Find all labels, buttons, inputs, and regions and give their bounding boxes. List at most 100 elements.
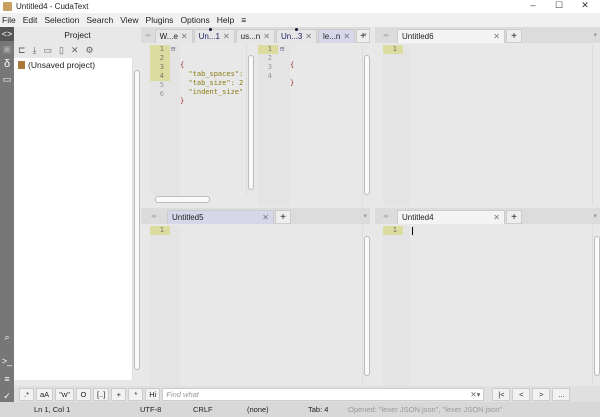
validate-icon[interactable]: ✓ [0, 389, 14, 403]
tree-item-project[interactable]: (Unsaved project) [14, 58, 132, 72]
editor-scrollbar[interactable] [362, 226, 370, 386]
menu-hamburger[interactable]: ≡ [241, 15, 246, 25]
output-icon[interactable]: ≡ [0, 372, 14, 386]
close-button[interactable]: ✕ [572, 0, 598, 11]
wrap-toggle[interactable]: O [75, 387, 91, 401]
tab-menu-icon[interactable]: ▾ [593, 212, 597, 220]
editor-scrollbar[interactable] [246, 45, 254, 195]
close-tab-icon[interactable]: ✕ [305, 32, 312, 41]
fold-icon: ⊟ [171, 45, 176, 53]
editor-text[interactable]: {} [290, 45, 360, 205]
project-header: Project [64, 30, 91, 40]
search-icon[interactable]: ⌕ [0, 330, 14, 344]
status-position[interactable]: Ln 1, Col 1 [34, 405, 70, 414]
editor-text[interactable] [410, 226, 592, 386]
console-icon[interactable]: >_ [0, 354, 14, 368]
tab[interactable]: Un...1 ✕ [193, 28, 235, 43]
tab-scroll-arrows[interactable]: ◂▸ [141, 31, 155, 39]
gutter: 1234 ⊟ [258, 45, 290, 205]
close-tab-icon[interactable]: ✕ [223, 32, 230, 41]
case-toggle[interactable]: aA [36, 387, 54, 401]
tab[interactable]: Un...3 ✕ [275, 28, 317, 43]
menu-options[interactable]: Options [180, 15, 209, 25]
multiline-toggle[interactable]: + [111, 387, 127, 401]
close-tab-icon[interactable]: ✕ [181, 32, 188, 41]
editor-scrollbar[interactable] [592, 226, 600, 386]
maximize-button[interactable]: ☐ [546, 0, 572, 11]
add-tab-button[interactable]: + [275, 210, 291, 224]
status-line-ending[interactable]: CRLF [193, 405, 213, 414]
find-input[interactable]: Find what ✕▾ [162, 387, 485, 401]
minimize-button[interactable]: – [520, 0, 546, 10]
find-bar: .* aA "w" O [..] + * Hi Find what ✕▾ |< <… [14, 386, 600, 402]
close-tab-icon[interactable]: ✕ [343, 32, 350, 41]
close-tab-icon[interactable]: ✕ [493, 213, 500, 222]
status-lexer[interactable]: (none) [247, 405, 269, 414]
tab-scroll-arrows[interactable]: ◂▸ [141, 212, 167, 220]
tab-active[interactable]: Untitled4 ✕ [397, 210, 505, 224]
horizontal-scrollbar[interactable] [150, 195, 254, 205]
add-folder-icon[interactable]: ▭ [44, 45, 53, 56]
tab[interactable]: W...e ✕ [154, 29, 193, 43]
snippets-icon[interactable]: δ [0, 57, 14, 71]
find-first-button[interactable]: |< [492, 387, 511, 401]
project-tree: (Unsaved project) [14, 58, 132, 380]
find-next-button[interactable]: > [532, 387, 551, 401]
tabs-list-icon[interactable]: ▭ [0, 72, 14, 86]
close-tab-icon[interactable]: ✕ [263, 32, 270, 41]
add-tab-button[interactable]: + [506, 210, 522, 224]
editor-scrollbar[interactable] [362, 45, 370, 205]
highlight-toggle[interactable]: Hi [145, 387, 161, 401]
tab[interactable]: us...n ✕ [235, 29, 275, 43]
tab-scroll-arrows[interactable]: ◂▸ [375, 31, 397, 39]
settings-gear-icon[interactable]: ⚙ [86, 45, 94, 56]
menu-edit[interactable]: Edit [23, 15, 38, 25]
editor-text[interactable] [410, 45, 592, 205]
project-scrollbar[interactable] [132, 58, 140, 380]
code-tree-icon[interactable]: <> [0, 27, 14, 41]
regex-toggle[interactable]: .* [19, 387, 34, 401]
tab-menu-icon[interactable]: ▾ [593, 31, 597, 39]
tab-active[interactable]: Untitled6 ✕ [397, 29, 505, 43]
fold-icon: ⊟ [280, 45, 285, 53]
tab-menu-icon[interactable]: ▾ [363, 31, 367, 39]
menu-selection[interactable]: Selection [44, 15, 79, 25]
clear-dropdown-icon[interactable]: ✕▾ [470, 389, 480, 400]
close-tab-icon[interactable]: ✕ [493, 32, 500, 41]
window-title: Untitled4 - CudaText [16, 2, 89, 11]
tab-strip-top-left: ◂▸ W...e ✕ Un...1 ✕ us...n ✕ Un...3 ✕ le...n… [141, 27, 370, 43]
project-toolbar: ⊏ ⤓ ▭ ▯ ✕ ⚙ [14, 43, 141, 57]
remove-icon[interactable]: ✕ [71, 45, 79, 56]
find-menu-button[interactable]: ... [552, 387, 571, 401]
save-icon[interactable]: ⤓ [33, 45, 37, 56]
open-folder-icon[interactable]: ⊏ [18, 45, 26, 56]
status-tab-size[interactable]: Tab: 4 [308, 405, 328, 414]
menu-help[interactable]: Help [217, 15, 234, 25]
modified-dot-icon [208, 28, 212, 31]
in-selection-toggle[interactable]: [..] [92, 387, 110, 401]
menu-view[interactable]: View [120, 15, 138, 25]
editor-text[interactable] [180, 226, 362, 386]
tab-active[interactable]: Untitled5 ✕ [167, 210, 274, 224]
whole-word-toggle[interactable]: "w" [55, 387, 74, 401]
editor-scrollbar[interactable] [592, 45, 600, 205]
tab-scroll-arrows[interactable]: ◂▸ [375, 212, 397, 220]
editor-text[interactable]: { "tab_spaces": "tab_size": 2 "indent_si… [180, 45, 246, 195]
close-tab-icon[interactable]: ✕ [262, 213, 269, 222]
add-tab-button[interactable]: + [506, 29, 522, 43]
menu-search[interactable]: Search [86, 15, 113, 25]
gutter: 123456 ⊟ [150, 45, 180, 195]
menu-file[interactable]: File [2, 15, 16, 25]
add-file-icon[interactable]: ▯ [59, 45, 64, 56]
modified-dot-icon [294, 28, 298, 31]
project-icon [18, 61, 25, 69]
tab-active[interactable]: le...n ✕ [317, 29, 356, 43]
tokens-toggle[interactable]: * [128, 387, 144, 401]
status-encoding[interactable]: UTF-8 [140, 405, 161, 414]
gutter: 1 [383, 226, 410, 386]
tab-menu-icon[interactable]: ▾ [363, 212, 367, 220]
find-prev-button[interactable]: < [512, 387, 531, 401]
project-icon[interactable]: ▣ [0, 42, 14, 56]
tab-strip-bottom-left: ◂▸ Untitled5 ✕ + ▾ [141, 208, 370, 224]
menu-plugins[interactable]: Plugins [146, 15, 174, 25]
